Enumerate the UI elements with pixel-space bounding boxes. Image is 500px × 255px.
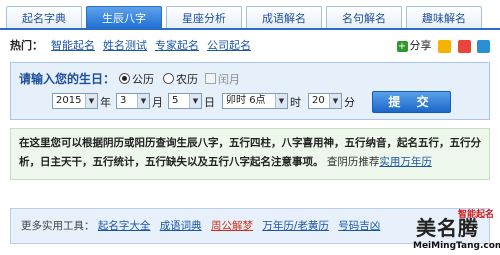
submit-button[interactable]: 提 交 [372,91,451,113]
day-select[interactable]: 5 ▼ [168,93,202,109]
day-unit: 日 [204,96,215,109]
radio-solar[interactable]: 公历 [119,71,154,87]
watermark-big: 美名腾 [416,216,479,240]
tools-label: 更多实用工具： [21,220,95,232]
hour-value: 6点 [249,95,266,106]
chevron-down-icon: ▼ [329,94,341,108]
radio-solar-label: 公历 [132,73,154,86]
tab-bazi[interactable]: 生辰八字 [86,6,162,29]
tool-link-calendar[interactable]: 万年历/老黄历 [262,220,329,232]
birthday-title: 请输入您的生日： [19,72,116,86]
hot-link-company-naming[interactable]: 公司起名 [207,39,251,52]
minute-select[interactable]: 20 ▼ [308,93,342,109]
checkbox-icon [205,73,216,84]
year-unit: 年 [100,96,111,109]
tab-horoscope[interactable]: 星座分析 [166,6,242,29]
radio-lunar-label: 农历 [176,73,198,86]
leap-month-label: 闰月 [218,73,240,86]
watermark-logo: 智能起名 美名腾 MeiMingTang.com [413,207,500,255]
month-value: 3 [120,95,127,106]
minute-value: 20 [312,95,325,106]
year-value: 2015 [56,95,82,106]
tool-link-number-luck[interactable]: 号码吉凶 [338,220,380,232]
hour-unit: 时 [290,96,301,109]
tool-link-idioms[interactable]: 成语词典 [160,220,202,232]
hot-links-row: 热门： 智能起名 姓名测试 专家起名 公司起名 + 分享 [10,38,490,54]
tool-link-names[interactable]: 起名字大全 [98,220,151,232]
chevron-down-icon: ▼ [137,94,149,108]
chevron-down-icon: ▼ [85,94,97,108]
shichen-value: 卯时 [226,95,246,106]
year-select[interactable]: 2015 ▼ [52,93,98,109]
hot-link-smart-naming[interactable]: 智能起名 [51,39,95,52]
checkbox-leap-month: 闰月 [205,71,240,87]
tool-link-dreams[interactable]: 周公解梦 [211,220,253,232]
radio-selected-icon [119,73,130,84]
qzone-icon[interactable] [438,39,451,53]
share-bar: + 分享 [396,38,490,54]
day-value: 5 [172,95,179,106]
share-label[interactable]: 分享 [410,39,432,52]
weibo-icon[interactable] [457,39,471,53]
tab-dictionary[interactable]: 起名字典 [6,6,82,29]
perpetual-calendar-link[interactable]: 实用万年历 [379,156,432,168]
radio-empty-icon [163,73,174,84]
description-box: 在这里您可以根据阴历或阳历查询生辰八字，五行四柱，八字喜用神，五行纳音，起名五行… [10,128,490,180]
description-recommend: 查阴历推荐 [326,156,380,168]
tab-idiom-name[interactable]: 成语解名 [246,6,322,29]
hot-link-expert-naming[interactable]: 专家起名 [155,39,199,52]
watermark-url: MeiMingTang.com [413,241,500,251]
minute-unit: 分 [344,96,355,109]
tencent-weibo-icon[interactable] [477,39,490,53]
tab-quote-name[interactable]: 名句解名 [326,6,402,29]
birthday-panel: 请输入您的生日： 公历 农历 闰月 2015 ▼ 年 3 ▼ 月 5 ▼ 日 卯时 6… [10,62,490,120]
hot-label: 热门： [10,39,43,52]
tab-fun-name[interactable]: 趣味解名 [406,6,482,29]
chevron-down-icon: ▼ [275,94,287,108]
top-tab-bar: 起名字典 生辰八字 星座分析 成语解名 名句解名 趣味解名 [0,0,500,36]
chevron-down-icon: ▼ [189,94,201,108]
radio-lunar[interactable]: 农历 [163,71,198,87]
month-unit: 月 [152,96,163,109]
month-select[interactable]: 3 ▼ [116,93,150,109]
share-plus-icon[interactable]: + [396,40,408,52]
hour-select[interactable]: 卯时 6点 ▼ [222,93,288,109]
tab-baseline [0,28,500,30]
hot-link-name-test[interactable]: 姓名测试 [103,39,147,52]
